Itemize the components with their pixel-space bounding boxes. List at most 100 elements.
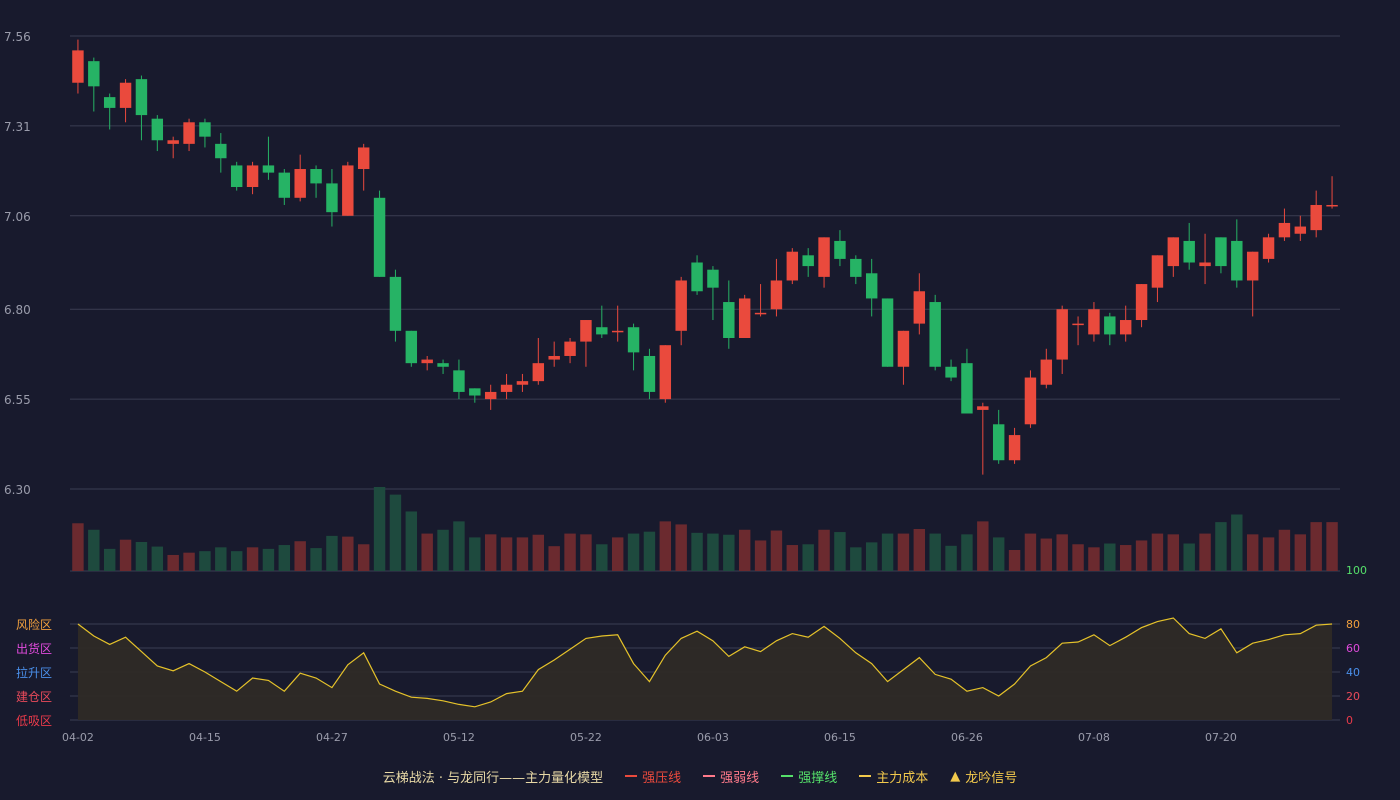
price-tick-label: 7.31 xyxy=(4,120,31,134)
candle-body xyxy=(516,381,529,385)
volume-bar xyxy=(135,541,148,571)
candle-body xyxy=(770,280,783,310)
candle-body xyxy=(421,359,433,364)
candle-body xyxy=(961,363,973,414)
volume-bar xyxy=(151,546,164,571)
candle-body xyxy=(183,122,195,144)
candle-body xyxy=(802,255,814,267)
volume-bar xyxy=(1040,538,1053,571)
indicator-area xyxy=(77,618,1333,720)
candle-body xyxy=(850,258,862,277)
candle-body xyxy=(818,237,830,277)
volume-bar xyxy=(659,521,672,571)
candle-body xyxy=(1008,435,1021,461)
volume-bar xyxy=(1008,550,1021,571)
volume-bar xyxy=(183,552,195,571)
volume-bar xyxy=(1310,522,1322,571)
volume-bar xyxy=(723,534,735,571)
volume-bar xyxy=(167,554,179,571)
candle-body xyxy=(643,355,656,392)
candlesticks xyxy=(72,39,1338,475)
candle-body xyxy=(1167,237,1180,267)
volume-bar xyxy=(484,534,497,571)
candle-body xyxy=(1310,204,1322,231)
zone-label: 建仓区 xyxy=(16,690,52,704)
triangle-icon: ▲ xyxy=(950,768,961,784)
legend-signal-label: 龙吟信号 xyxy=(965,770,1018,786)
candle-body xyxy=(723,302,735,338)
volume-bar xyxy=(1294,534,1307,571)
zone-label: 拉升区 xyxy=(16,665,52,680)
volume-bar xyxy=(675,524,687,571)
candle-body xyxy=(992,424,1005,461)
volume-bar xyxy=(611,537,624,571)
candle-body xyxy=(262,165,275,173)
candle-body xyxy=(88,61,100,87)
candle-body xyxy=(230,165,243,187)
candle-body xyxy=(469,388,481,396)
candle-body xyxy=(1135,284,1148,321)
price-tick-label: 6.30 xyxy=(4,483,31,497)
volume-bar xyxy=(500,537,513,571)
volume-bar xyxy=(1104,543,1116,571)
legend-item-support[interactable]: 强撑线 xyxy=(781,767,837,786)
volume-bar xyxy=(215,547,227,571)
candle-body xyxy=(1024,377,1037,425)
candle-body xyxy=(548,355,560,360)
legend-item-strength[interactable]: 强弱线 xyxy=(703,767,759,786)
price-tick-label: 6.55 xyxy=(4,393,31,407)
volume-bar xyxy=(707,533,719,571)
candle-body xyxy=(215,143,227,159)
candle-body xyxy=(1278,222,1291,238)
candle-body xyxy=(786,251,799,281)
candle-body xyxy=(754,312,767,315)
candle-body xyxy=(1215,237,1227,267)
candle-body xyxy=(611,330,624,333)
x-tick-label: 07-20 xyxy=(1205,731,1237,744)
legend-item-signal[interactable]: ▲ 龙吟信号 xyxy=(950,767,1017,786)
volume-bar xyxy=(278,545,291,571)
candle-body xyxy=(1183,240,1195,263)
candle-body xyxy=(1326,204,1338,207)
candle-body xyxy=(1151,255,1164,288)
volume-bar xyxy=(262,548,275,571)
candle-body xyxy=(1040,359,1053,385)
candle-body xyxy=(627,327,640,353)
candle-body xyxy=(119,82,132,108)
candle-body xyxy=(977,406,989,410)
volume-bar xyxy=(1246,534,1259,571)
volume-bar xyxy=(596,544,608,571)
volume-bar xyxy=(977,521,989,571)
volume-bar xyxy=(786,545,799,571)
price-tick-label: 7.56 xyxy=(4,30,31,44)
volume-bars xyxy=(72,487,1338,571)
candle-body xyxy=(1056,309,1068,360)
candle-body xyxy=(246,165,259,187)
candle-body xyxy=(707,269,719,288)
legend-item-cost[interactable]: 主力成本 xyxy=(859,767,928,786)
zone-label: 低吸区 xyxy=(16,714,52,728)
legend-item-resistance[interactable]: 强压线 xyxy=(625,767,681,786)
x-tick-label: 05-12 xyxy=(443,731,475,744)
candle-body xyxy=(72,50,84,83)
candle-body xyxy=(151,118,164,141)
legend-cost-mark xyxy=(859,775,872,777)
x-tick-label: 04-27 xyxy=(316,731,348,744)
indicator-tick-label: 60 xyxy=(1346,642,1360,655)
volume-bar xyxy=(627,533,640,571)
candle-body xyxy=(500,384,513,392)
volume-bar xyxy=(373,487,386,571)
legend-resistance-mark xyxy=(625,775,638,777)
candle-body xyxy=(1294,226,1307,234)
volume-bar xyxy=(913,529,926,571)
volume-bar xyxy=(834,532,846,571)
volume-bar xyxy=(405,511,418,571)
candle-body xyxy=(1088,309,1100,335)
volume-bar xyxy=(1088,547,1100,571)
candle-body xyxy=(1231,240,1243,281)
volume-bar xyxy=(961,534,973,571)
volume-bar xyxy=(453,521,465,571)
volume-bar xyxy=(564,533,576,571)
volume-bar xyxy=(1151,533,1164,571)
candle-body xyxy=(1262,237,1275,259)
